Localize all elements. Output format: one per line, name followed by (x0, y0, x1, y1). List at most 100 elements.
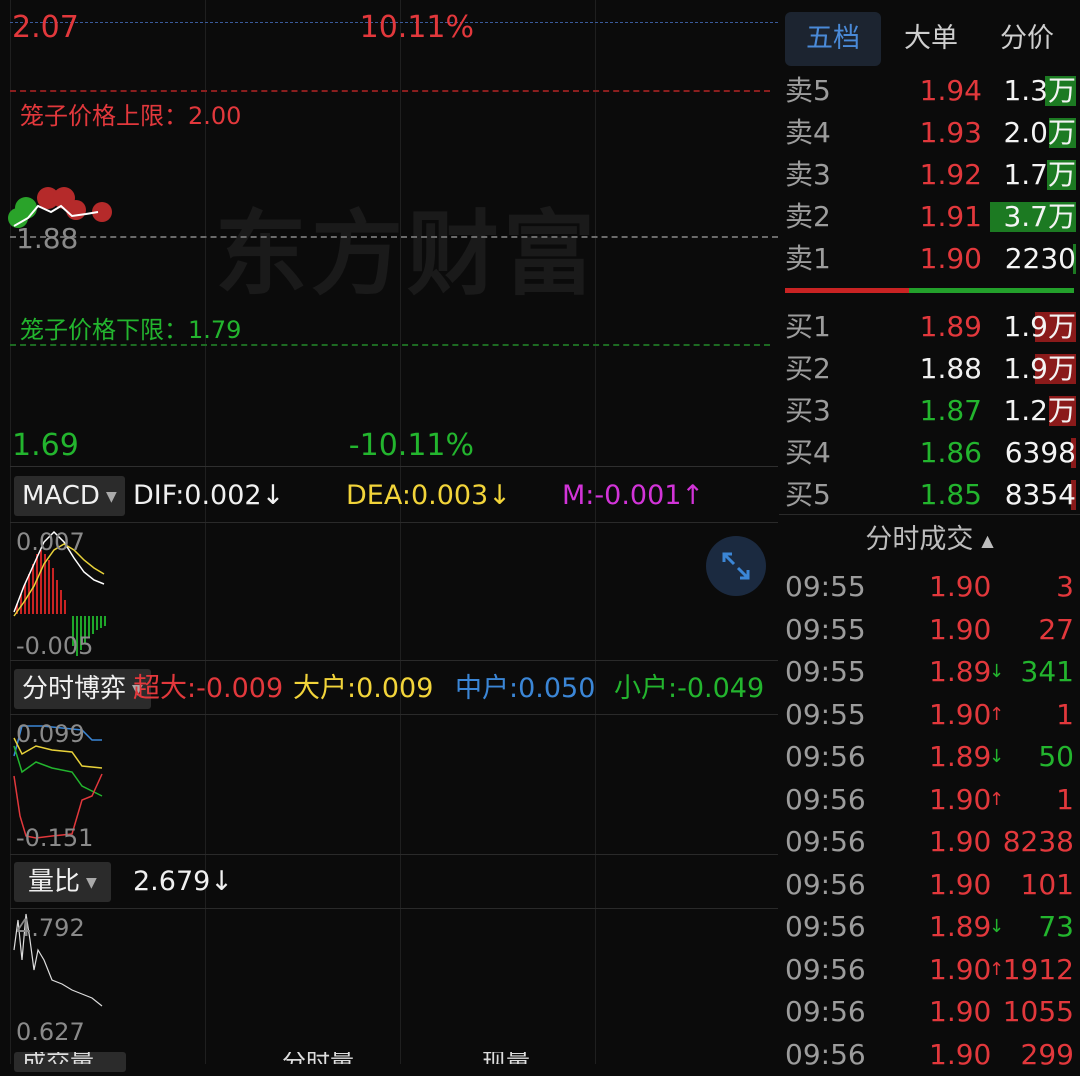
sell-row[interactable]: 卖2 1.91 3.7万 (779, 196, 1080, 238)
divider (10, 714, 778, 715)
level-price: 1.93 (919, 116, 982, 149)
level-label: 卖2 (785, 200, 831, 233)
fenshi-chaoda: 超大:-0.009 (133, 673, 284, 704)
sell-row[interactable]: 卖1 1.90 2230 (779, 238, 1080, 280)
divider (10, 660, 778, 661)
ratio-bar-sell (785, 288, 909, 293)
liangbi-selector[interactable]: 量比 ▼ (14, 862, 111, 902)
arrow-down-icon: ↓ (989, 661, 1005, 682)
fenshi-zhonghu: 中户:0.050 (455, 673, 596, 704)
arrow-down-icon: ↓ (989, 916, 1005, 937)
bottom-label-1: 成交量 (22, 1052, 94, 1064)
divider (10, 522, 778, 523)
order-panel: 五档 大单 分价 卖5 1.94 1.3万 卖4 1.93 2.0万 卖3 1.92 1.7万卖… (779, 0, 1080, 1071)
trade-price: 1.90 (929, 570, 992, 603)
cage-lower-label: 笼子价格下限：1.79 (20, 316, 242, 344)
trade-time: 09:55 (785, 655, 866, 688)
cage-upper-line (10, 90, 770, 93)
high-pct: 10.11% (359, 10, 474, 45)
level-label: 买4 (785, 436, 831, 469)
buy-row[interactable]: 买1 1.89 1.9万 (779, 306, 1080, 348)
level-price: 1.94 (919, 74, 982, 107)
level-label: 卖5 (785, 74, 831, 107)
level-volume: 1.9万 (1003, 352, 1076, 385)
level-price: 1.91 (919, 200, 982, 233)
liangbi-value: 2.679↓ (133, 866, 233, 897)
trade-volume: 341 (1020, 655, 1074, 688)
trade-time: 09:56 (785, 867, 866, 901)
trade-volume: 8238 (1002, 825, 1074, 858)
trade-time: 09:56 (785, 952, 866, 986)
trade-time: 09:56 (785, 995, 866, 1028)
trade-volume: 101 (1020, 867, 1074, 901)
trade-time: 09:55 (785, 612, 866, 646)
cage-upper-label: 笼子价格上限：2.00 (20, 102, 242, 130)
arrow-up-icon: ↑ (989, 788, 1005, 810)
fenshi-bottom: -0.151 (16, 824, 94, 852)
level-price: 1.86 (919, 436, 982, 469)
divider (10, 854, 778, 855)
event-markers[interactable] (6, 186, 116, 238)
trade-volume: 3 (1056, 570, 1074, 603)
level-label: 卖3 (785, 158, 831, 191)
trade-volume: 1 (1056, 782, 1074, 816)
buy-row[interactable]: 买4 1.86 6398 (779, 432, 1080, 474)
trade-time: 09:56 (785, 910, 866, 943)
arrow-down-icon: ↓ (989, 746, 1005, 767)
macd-selector[interactable]: MACD ▼ (14, 476, 125, 516)
fenshi-dahu: 大户:0.009 (293, 673, 434, 704)
buy-row[interactable]: 买3 1.87 1.2万 (779, 390, 1080, 432)
sell-row[interactable]: 卖3 1.92 1.7万 (779, 154, 1080, 196)
level-volume: 8354 (1004, 478, 1076, 511)
trade-volume: 50 (1038, 740, 1074, 773)
macd-dif: DIF:0.002↓ (133, 480, 285, 511)
tab-fenjia[interactable]: 分价 (979, 12, 1075, 66)
level-label: 买1 (785, 310, 831, 343)
sell-row[interactable]: 卖4 1.93 2.0万 (779, 112, 1080, 154)
level-volume: 2.0万 (1003, 116, 1076, 149)
grid-line (400, 0, 401, 1064)
bottom-label-2: 分时量 (282, 1052, 354, 1064)
trade-price: 1.90 (929, 782, 992, 816)
tab-dadan[interactable]: 大单 (883, 12, 979, 66)
sell-row[interactable]: 卖5 1.94 1.3万 (779, 70, 1080, 112)
fenshi-xiaohu: 小户:-0.049 (614, 673, 765, 704)
ratio-bar-buy (909, 288, 1074, 293)
buy-row[interactable]: 买2 1.88 1.9万 (779, 348, 1080, 390)
trade-price: 1.90 (929, 697, 992, 731)
trade-price: 1.89 (929, 740, 992, 773)
arrow-up-icon: ↑ (989, 703, 1005, 725)
buy-row[interactable]: 买5 1.85 8354 (779, 474, 1080, 516)
trade-time: 09:55 (785, 697, 866, 731)
level-label: 卖4 (785, 116, 831, 149)
divider (779, 514, 1080, 515)
trade-row: 09:55 1.89 ↓ 341 (779, 651, 1080, 693)
trade-volume: 299 (1020, 1037, 1074, 1071)
level-label: 买2 (785, 352, 831, 385)
fenshi-selector[interactable]: 分时博弈 ▼ (14, 669, 151, 709)
trade-time: 09:56 (785, 740, 866, 773)
trade-row: 09:56 1.90 299 (779, 1034, 1080, 1076)
liangbi-top: 4.792 (16, 914, 85, 942)
trade-row: 09:56 1.90 8238 (779, 821, 1080, 863)
trade-volume: 1 (1056, 697, 1074, 731)
level-label: 买5 (785, 478, 831, 511)
bottom-label-3: 现量 (482, 1052, 530, 1064)
chart-area[interactable]: 2.07 10.11% 笼子价格上限：2.00 东方财富 1.88 笼子价格下限… (0, 0, 778, 1072)
level-volume: 1.9万 (1003, 310, 1076, 343)
trade-row: 09:55 1.90 ↑ 1 (779, 694, 1080, 736)
expand-button[interactable] (706, 536, 766, 596)
triangle-up-icon: ▲ (981, 530, 994, 550)
grid-line (10, 0, 11, 1064)
divider (10, 908, 778, 909)
level-volume: 1.2万 (1003, 394, 1076, 427)
watermark-logo: 东方财富 (215, 201, 600, 308)
trade-volume: 73 (1038, 910, 1074, 943)
trades-header[interactable]: 分时成交 ▲ (779, 520, 1080, 561)
trade-time: 09:56 (785, 1037, 866, 1071)
tab-wudang[interactable]: 五档 (785, 12, 881, 66)
trade-price: 1.90 (929, 995, 992, 1028)
trade-price: 1.90 (929, 612, 992, 646)
level-volume: 3.7万 (1003, 200, 1076, 233)
trade-volume: 1055 (1002, 995, 1074, 1028)
